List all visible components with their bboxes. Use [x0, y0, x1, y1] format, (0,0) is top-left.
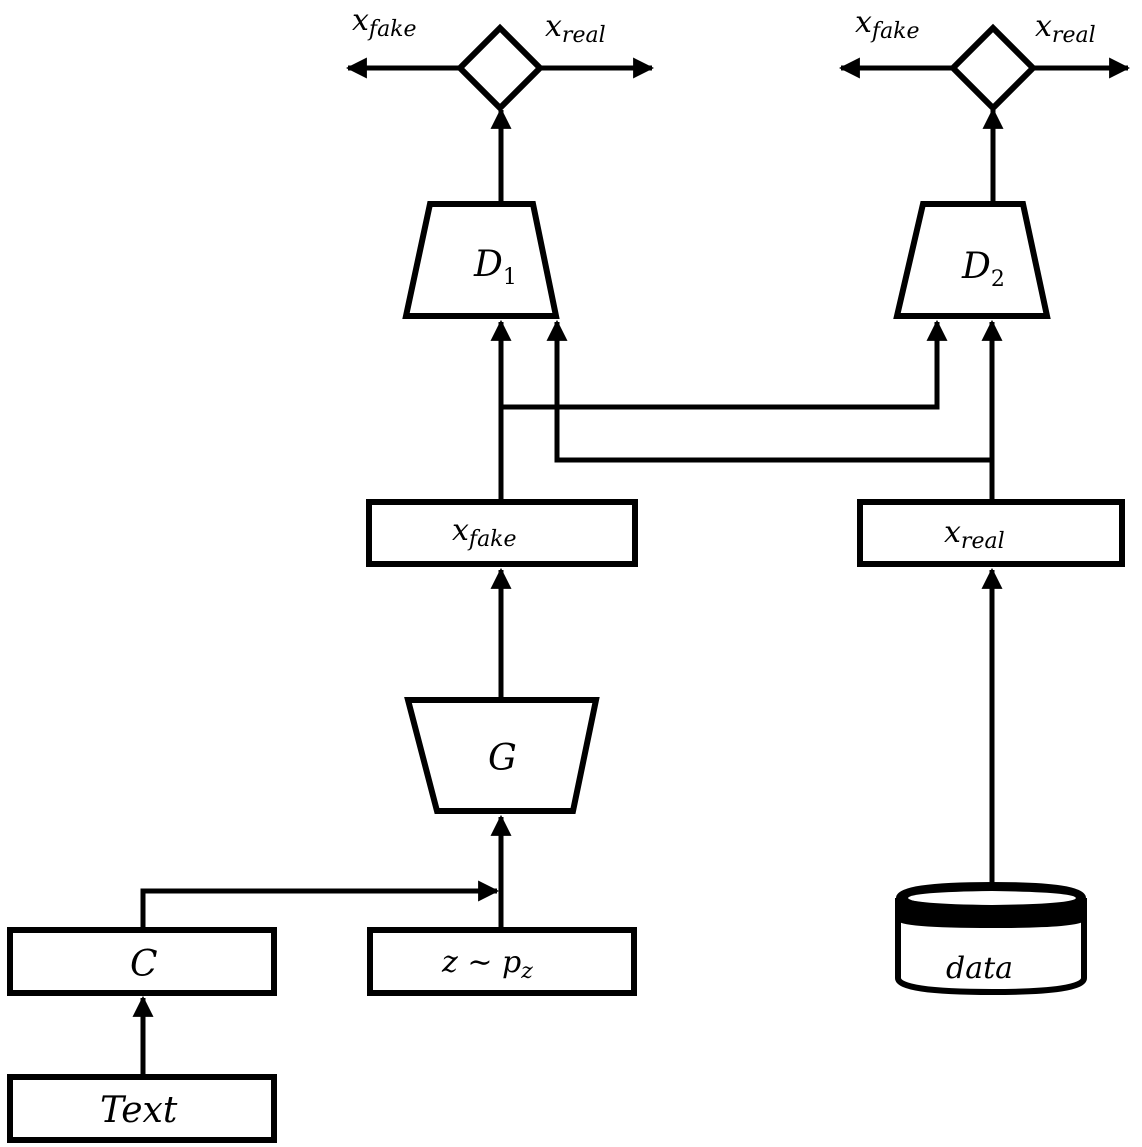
x-fake-node: xfake — [366, 499, 638, 567]
data-store: data — [895, 881, 1087, 996]
generator: G — [404, 697, 600, 814]
noise-node: z ∼ pz — [367, 927, 637, 996]
noise-label: z ∼ pz — [441, 945, 533, 984]
discriminator-2: D2 — [893, 201, 1051, 319]
condition-to-g-arrow — [140, 880, 500, 928]
d1-out-fake-label: xfake — [352, 3, 417, 42]
text-node: Text — [7, 1074, 277, 1143]
discriminator-1: D1 — [402, 201, 560, 319]
text-label: Text — [100, 1090, 178, 1131]
xfake-to-d2-arrow — [501, 319, 948, 410]
condition-label: C — [130, 944, 158, 985]
discriminator-connections — [490, 319, 1003, 502]
d2-decision-diamond — [948, 23, 1038, 113]
d2-decision: xfake xreal — [838, 5, 1131, 202]
x-real-node: xreal — [857, 499, 1125, 567]
generator-label: G — [488, 738, 517, 779]
d2-out-real-label: xreal — [1035, 9, 1096, 48]
data-cylinder-top — [908, 891, 1076, 905]
data-label: data — [946, 951, 1013, 986]
d1-decision: xfake xreal — [345, 3, 655, 202]
d1-decision-diamond — [455, 23, 545, 113]
d2-out-fake-label: xfake — [855, 5, 920, 44]
d1-out-real-label: xreal — [545, 9, 606, 48]
data-cylinder-band — [896, 881, 1086, 929]
xreal-to-d1-arrow — [546, 319, 992, 463]
gan-architecture-diagram: xfake xreal xfake xreal D1 D2 xfake xrea… — [7, 3, 1131, 1143]
condition-node: C — [7, 927, 277, 996]
